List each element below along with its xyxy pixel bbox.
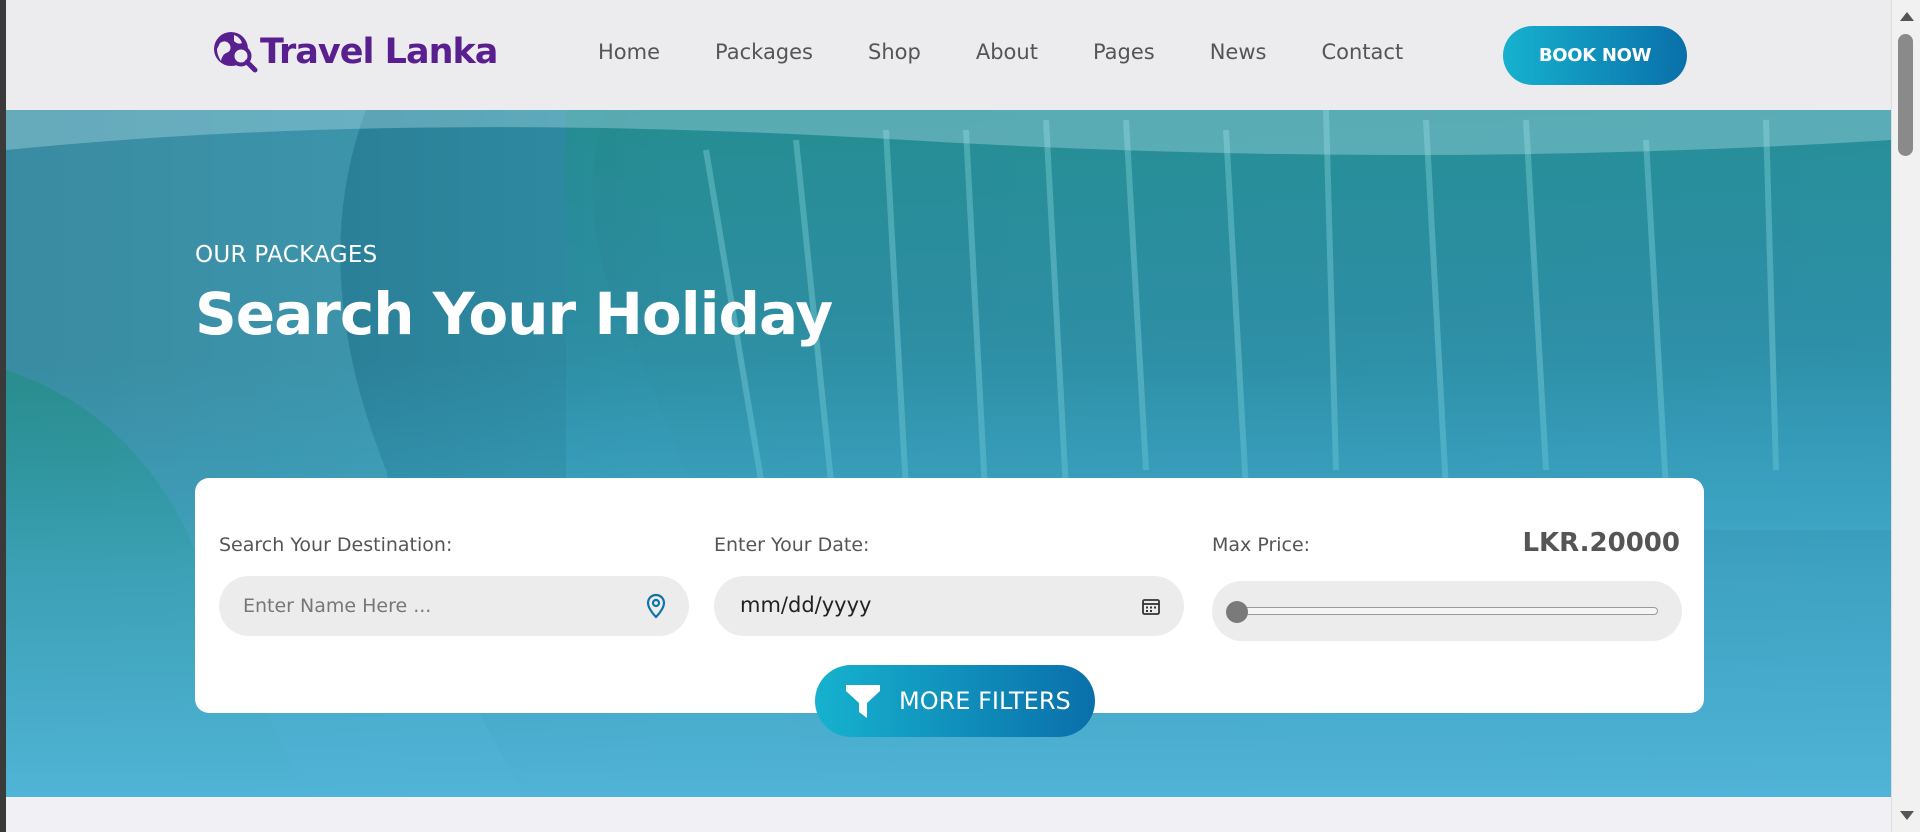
more-filters-button[interactable]: MORE FILTERS	[815, 665, 1095, 737]
nav-item-pages[interactable]: Pages	[1093, 40, 1155, 64]
hero-subtitle: OUR PACKAGES	[195, 242, 378, 268]
nav-item-contact[interactable]: Contact	[1321, 40, 1403, 64]
destination-field	[219, 576, 689, 636]
price-label: Max Price:	[1212, 534, 1311, 556]
main-nav: Home Packages Shop About Pages News Cont…	[598, 40, 1403, 64]
book-now-button[interactable]: BOOK NOW	[1503, 26, 1687, 85]
price-value: LKR.20000	[1522, 528, 1680, 558]
scroll-down-icon[interactable]	[1900, 811, 1914, 820]
calendar-icon[interactable]	[1138, 592, 1164, 620]
hero-title: Search Your Holiday	[195, 280, 833, 348]
site-logo-text: Travel Lanka	[260, 32, 498, 72]
scrollbar-thumb[interactable]	[1898, 34, 1913, 156]
nav-item-about[interactable]: About	[976, 40, 1038, 64]
browser-viewport: Travel Lanka Home Packages Shop About Pa…	[6, 0, 1891, 832]
nav-item-packages[interactable]: Packages	[715, 40, 813, 64]
nav-item-news[interactable]: News	[1210, 40, 1267, 64]
price-slider-track[interactable]	[1226, 601, 1658, 623]
date-input-value: mm/dd/yyyy	[740, 593, 872, 617]
globe-search-icon	[212, 29, 258, 75]
price-slider-field	[1212, 581, 1682, 641]
destination-label: Search Your Destination:	[219, 534, 453, 556]
date-field[interactable]: mm/dd/yyyy	[714, 576, 1184, 636]
site-logo[interactable]: Travel Lanka	[212, 26, 498, 78]
nav-item-home[interactable]: Home	[598, 40, 660, 64]
site-header: Travel Lanka Home Packages Shop About Pa…	[6, 0, 1891, 110]
next-section	[6, 797, 1891, 832]
filter-icon	[843, 681, 883, 721]
price-slider-thumb[interactable]	[1226, 601, 1248, 623]
date-label: Enter Your Date:	[714, 534, 870, 556]
page-scrollbar[interactable]	[1891, 0, 1920, 832]
nav-item-shop[interactable]: Shop	[868, 40, 921, 64]
scroll-up-icon[interactable]	[1900, 12, 1914, 21]
destination-input[interactable]	[243, 576, 623, 636]
more-filters-label: MORE FILTERS	[899, 687, 1071, 715]
map-pin-icon	[643, 592, 669, 620]
